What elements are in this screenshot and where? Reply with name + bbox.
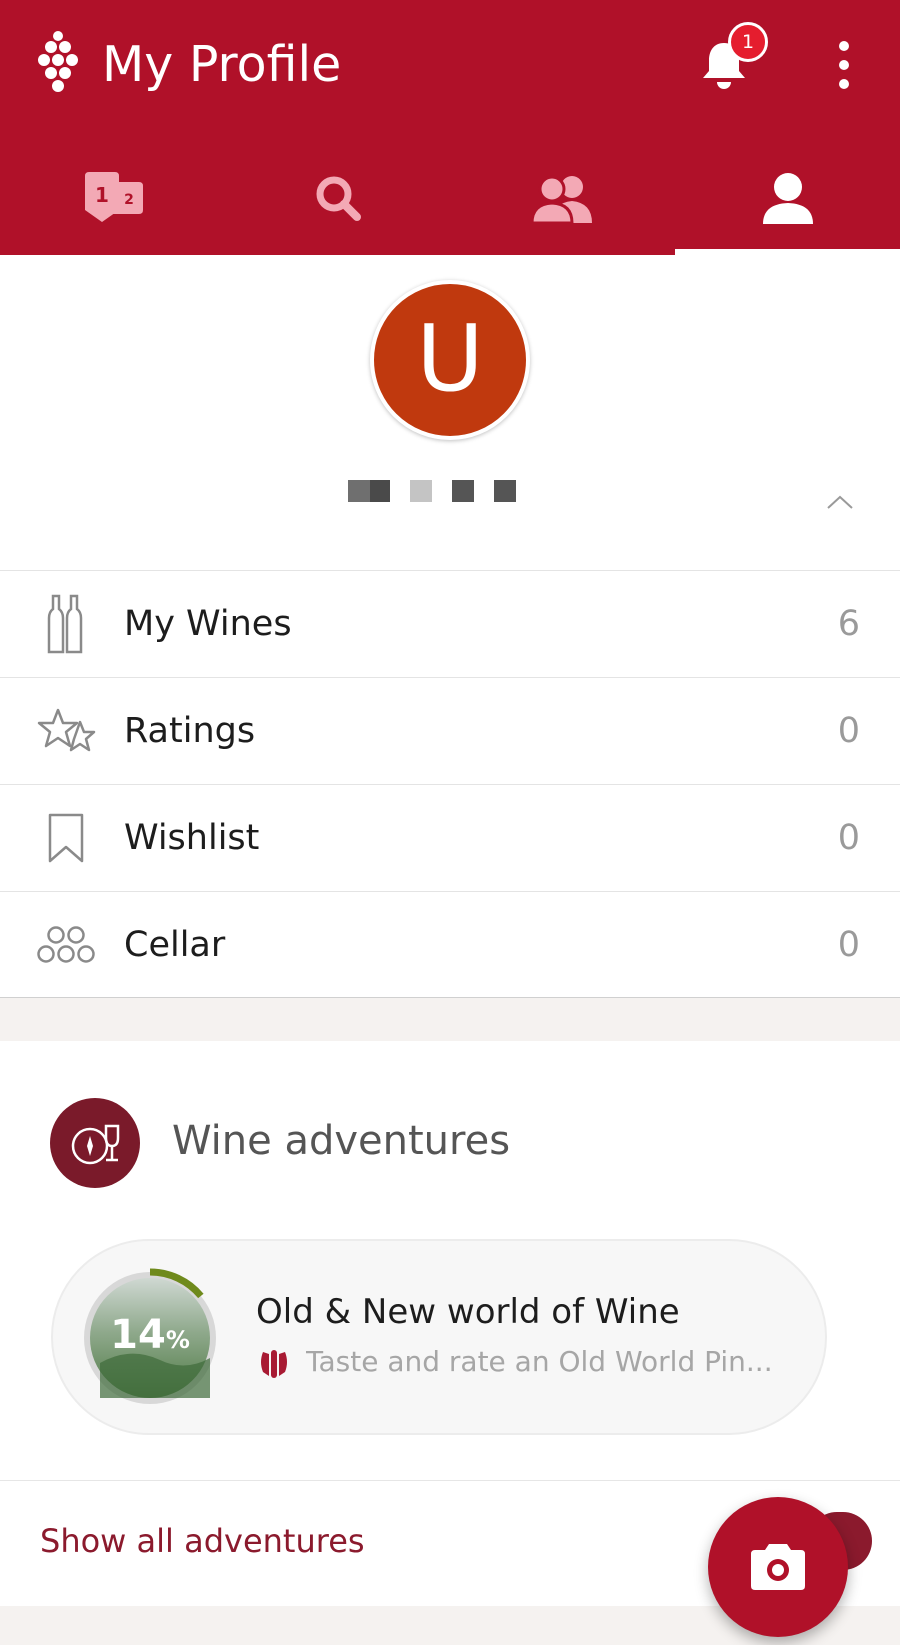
stat-row-wishlist[interactable]: Wishlist 0 — [0, 784, 900, 891]
stars-icon — [36, 701, 96, 761]
cellar-icon — [36, 915, 96, 975]
stat-count: 0 — [837, 924, 860, 965]
stat-row-my-wines[interactable]: My Wines 6 — [0, 570, 900, 677]
stat-count: 6 — [837, 604, 860, 644]
rankings-icon: 1 2 — [84, 171, 143, 222]
stat-count: 0 — [837, 818, 860, 858]
show-all-adventures-link[interactable]: Show all adventures — [40, 1522, 365, 1560]
stat-row-cellar[interactable]: Cellar 0 — [0, 891, 900, 998]
stat-count: 0 — [837, 711, 860, 751]
svg-text:1: 1 — [95, 183, 109, 207]
stat-label: My Wines — [124, 604, 292, 644]
tab-search[interactable] — [225, 140, 450, 255]
tab-profile[interactable] — [675, 140, 900, 255]
notification-badge: 1 — [728, 22, 768, 62]
stat-label: Cellar — [124, 924, 226, 965]
progress-unit: % — [165, 1326, 190, 1354]
adventure-progress-label: 14% — [92, 1312, 208, 1358]
profile-icon — [762, 172, 813, 224]
adventure-compass-icon — [50, 1098, 140, 1188]
progress-value: 14 — [110, 1312, 166, 1358]
more-vert-icon[interactable] — [832, 40, 856, 90]
divider — [0, 1480, 900, 1481]
stat-label: Wishlist — [124, 818, 260, 858]
tab-friends[interactable] — [450, 140, 675, 255]
section-title: Wine adventures — [172, 1118, 511, 1164]
stat-label: Ratings — [124, 711, 256, 751]
svg-text:2: 2 — [124, 192, 134, 208]
tab-rankings[interactable]: 1 2 — [0, 140, 225, 255]
camera-scan-button[interactable] — [708, 1497, 848, 1637]
camera-icon — [751, 1544, 805, 1590]
bottles-icon — [36, 594, 96, 654]
search-icon — [316, 176, 361, 221]
profile-stats-list: My Wines 6 Ratings 0 Wishlist 0 Cellar 0 — [0, 570, 900, 998]
chevron-up-icon[interactable] — [826, 494, 854, 510]
bookmark-icon — [36, 808, 96, 868]
stat-row-ratings[interactable]: Ratings 0 — [0, 677, 900, 784]
avatar[interactable]: U — [370, 280, 530, 440]
username-pixelated — [348, 480, 516, 502]
grape-logo-icon — [38, 31, 78, 92]
adventure-title: Old & New world of Wine — [256, 1292, 680, 1332]
page-title: My Profile — [102, 36, 342, 93]
friends-icon — [529, 175, 592, 223]
wine-grapes-icon — [261, 1350, 287, 1378]
adventure-task: Taste and rate an Old World Pin... — [306, 1345, 773, 1378]
